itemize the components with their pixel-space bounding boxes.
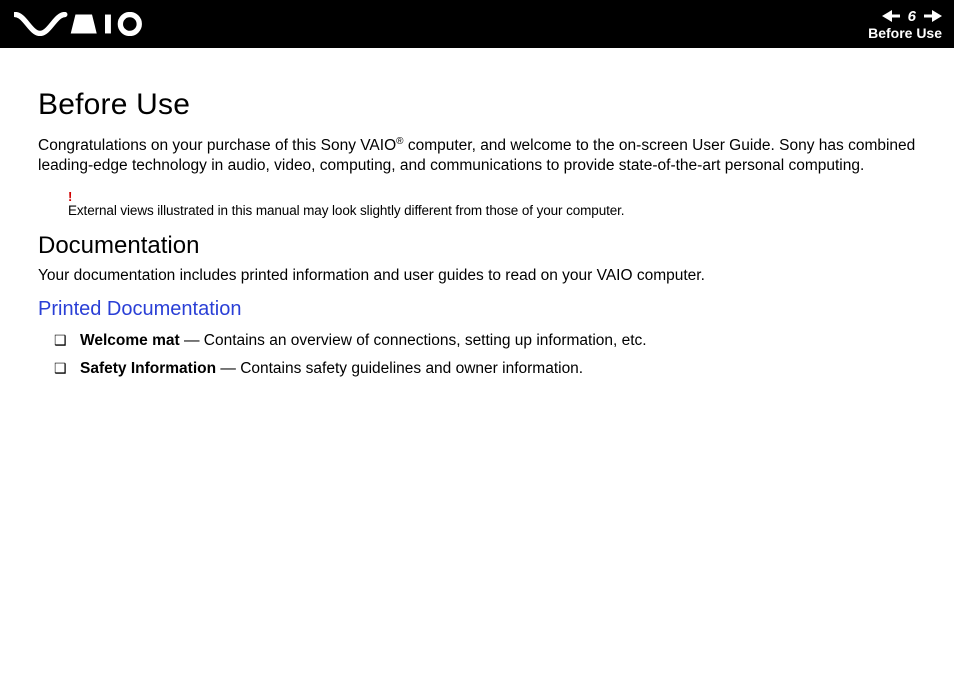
- list-item: Safety Information — Contains safety gui…: [64, 357, 916, 382]
- vaio-logo: [14, 12, 144, 36]
- next-page-arrow-icon[interactable]: [924, 10, 942, 22]
- intro-paragraph: Congratulations on your purchase of this…: [38, 136, 916, 176]
- documentation-list: Welcome mat — Contains an overview of co…: [38, 329, 916, 383]
- list-item: Welcome mat — Contains an overview of co…: [64, 329, 916, 354]
- list-item-title: Safety Information: [80, 360, 216, 377]
- intro-pre: Congratulations on your purchase of this…: [38, 137, 396, 154]
- note-block: ! External views illustrated in this man…: [68, 190, 916, 218]
- warning-icon: !: [68, 190, 916, 203]
- note-text: External views illustrated in this manua…: [68, 203, 916, 218]
- page-nav: 6: [882, 9, 942, 24]
- page-title: Before Use: [38, 88, 916, 122]
- documentation-intro: Your documentation includes printed info…: [38, 266, 916, 286]
- list-item-desc: — Contains an overview of connections, s…: [180, 332, 647, 349]
- section-label: Before Use: [868, 26, 942, 40]
- page-number: 6: [908, 9, 916, 24]
- prev-page-arrow-icon[interactable]: [882, 10, 900, 22]
- page-content: Before Use Congratulations on your purch…: [0, 48, 954, 382]
- page-root: 6 Before Use Before Use Congratulations …: [0, 0, 954, 674]
- registered-mark: ®: [396, 136, 403, 147]
- header-right: 6 Before Use: [868, 9, 942, 40]
- list-item-desc: — Contains safety guidelines and owner i…: [216, 360, 583, 377]
- list-item-title: Welcome mat: [80, 332, 180, 349]
- page-header: 6 Before Use: [0, 0, 954, 48]
- printed-documentation-heading: Printed Documentation: [38, 298, 916, 321]
- documentation-heading: Documentation: [38, 232, 916, 260]
